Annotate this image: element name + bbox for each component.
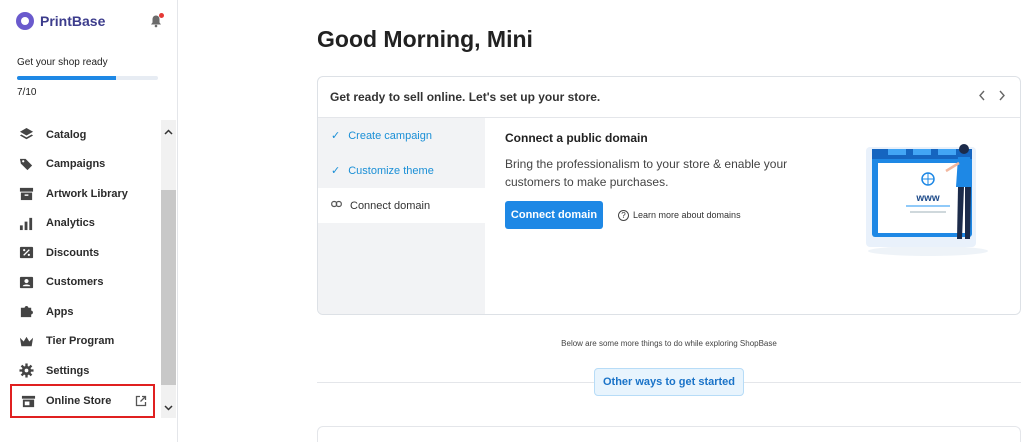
www-label: www [915,193,940,204]
sidebar-item-label: Campaigns [46,158,106,171]
sidebar-item-label: Online Store [46,395,112,407]
printbase-logo-icon [16,12,34,30]
sidebar: PrintBase Get your shop ready 7/10 Catal… [0,0,178,442]
bar-chart-icon [18,215,34,231]
sidebar-item-label: Discounts [46,246,100,259]
sidebar-item-online-store[interactable]: Online Store [10,384,155,418]
setup-progress-bar [17,76,158,80]
learn-more-link[interactable]: ? Learn more about domains [618,209,741,221]
step-customize-theme[interactable]: ✓ Customize theme [318,153,485,188]
step-label: Connect domain [350,199,431,212]
setup-progress-text: 7/10 [17,87,37,98]
domain-illustration: www [866,144,988,256]
store-icon [20,393,36,409]
sidebar-item-campaigns[interactable]: Campaigns [0,150,162,180]
gear-icon [18,363,34,379]
chevron-up-icon[interactable] [161,124,176,140]
sidebar-item-discounts[interactable]: Discounts [0,238,162,268]
page-title: Good Morning, Mini [317,26,533,52]
chevron-down-icon[interactable] [161,400,176,416]
brand-logo[interactable]: PrintBase [16,12,105,30]
sidebar-item-label: Tier Program [46,335,115,348]
sidebar-item-label: Catalog [46,128,87,141]
detail-description: Bring the professionalism to your store … [505,157,788,189]
card-pager [978,89,1006,104]
step-detail: Connect a public domain Bring the profes… [505,131,805,229]
chevron-right-icon[interactable] [998,89,1006,104]
sidebar-item-settings[interactable]: Settings [0,356,162,386]
customer-icon [18,274,34,290]
explore-text: Below are some more things to do while e… [561,339,777,348]
setup-card: Get ready to sell online. Let's set up y… [317,76,1021,315]
sidebar-item-customers[interactable]: Customers [0,268,162,298]
sidebar-item-catalog[interactable]: Catalog [0,120,162,150]
setup-label: Get your shop ready [17,57,108,68]
sidebar-item-artwork-library[interactable]: Artwork Library [0,179,162,209]
step-label: Create campaign [348,129,432,142]
checkmark-icon: ✓ [331,165,341,177]
external-link-icon[interactable] [135,395,147,407]
detail-actions: Connect domain ? Learn more about domain… [505,201,741,229]
checkmark-icon: ✓ [331,130,341,142]
sidebar-item-tier-program[interactable]: Tier Program [0,327,162,357]
step-create-campaign[interactable]: ✓ Create campaign [318,118,485,153]
link-icon [331,200,342,211]
sidebar-item-label: Artwork Library [46,187,128,200]
archive-icon [18,186,34,202]
step-label: Customize theme [348,164,434,177]
crown-icon [18,333,34,349]
other-ways-button[interactable]: Other ways to get started [594,368,744,396]
setup-card-header: Get ready to sell online. Let's set up y… [318,77,1020,118]
brand-name: PrintBase [40,13,106,29]
sidebar-item-analytics[interactable]: Analytics [0,209,162,239]
setup-steps: ✓ Create campaign ✓ Customize theme Conn… [318,118,485,314]
connect-domain-button[interactable]: Connect domain [505,201,603,229]
setup-card-title: Get ready to sell online. Let's set up y… [330,90,601,104]
sidebar-scrollbar-thumb[interactable] [161,190,176,385]
puzzle-icon [18,304,34,320]
notification-dot [159,13,164,18]
sidebar-item-label: Apps [46,305,74,318]
sidebar-item-label: Settings [46,364,90,377]
sidebar-item-label: Customers [46,276,104,289]
learn-more-label: Learn more about domains [633,210,741,220]
sidebar-item-apps[interactable]: Apps [0,297,162,327]
setup-progress-fill [17,76,116,80]
step-connect-domain[interactable]: Connect domain [318,188,485,223]
discount-icon [18,245,34,261]
tag-icon [18,156,34,172]
sidebar-nav: Catalog Campaigns Artwork Library Analyt… [0,120,162,386]
sidebar-item-label: Analytics [46,217,95,230]
help-icon: ? [618,209,629,221]
next-card [317,426,1021,442]
chevron-left-icon[interactable] [978,89,986,104]
layers-icon [18,127,34,143]
detail-title: Connect a public domain [505,131,648,145]
